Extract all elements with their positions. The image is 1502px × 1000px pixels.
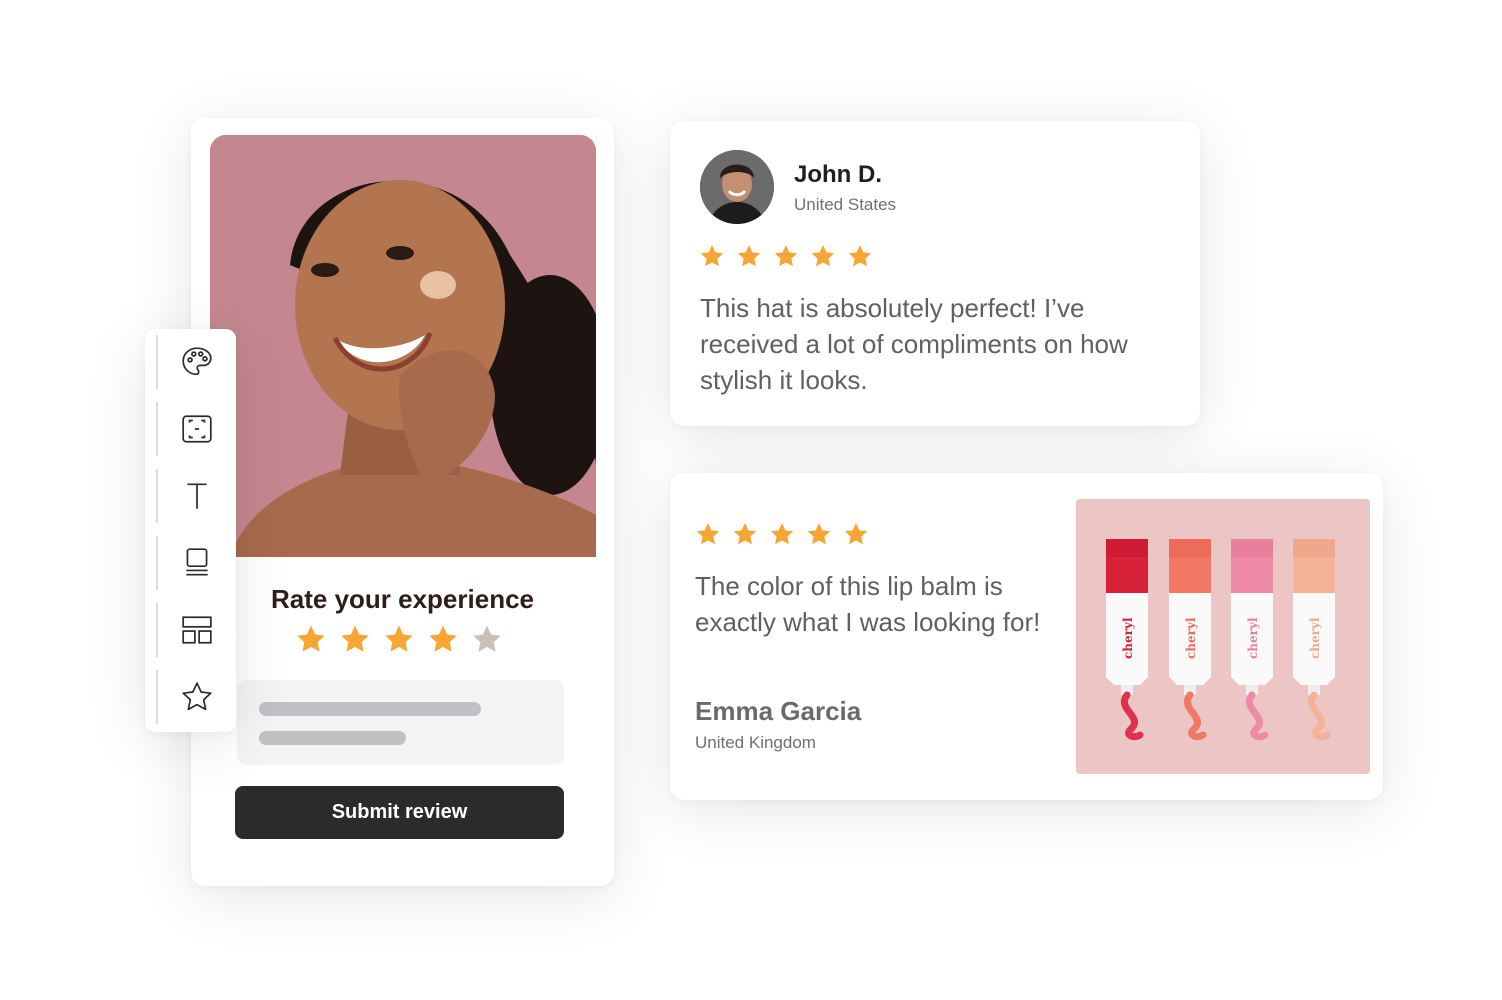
star-icon <box>770 523 794 545</box>
star-icon <box>807 523 831 545</box>
reviewer-name: Emma Garcia <box>695 696 862 726</box>
star-icon <box>811 245 835 267</box>
model-photo <box>210 135 596 557</box>
star-outline-icon <box>181 682 212 711</box>
star-icon <box>700 245 724 267</box>
submit-review-button[interactable]: Submit review <box>235 786 564 839</box>
brand-text: cheryl <box>1246 617 1260 659</box>
star-icon <box>848 245 872 267</box>
toolbar-divider <box>156 603 158 657</box>
review-comment-input[interactable] <box>237 680 564 765</box>
brand-text: cheryl <box>1308 617 1322 659</box>
text-icon <box>186 483 207 509</box>
review-card: John D. United States This hat is absolu… <box>670 121 1200 426</box>
review-text: This hat is absolutely perfect! I’ve rec… <box>700 293 1128 395</box>
placeholder-line <box>259 702 481 716</box>
toolbar-divider <box>156 670 158 724</box>
form-title: Rate your experience <box>270 584 534 614</box>
reviewer-country: United Kingdom <box>695 733 816 752</box>
toolbar-divider <box>156 335 158 389</box>
reviewer-name: John D. <box>794 161 882 188</box>
rating-input[interactable] <box>295 623 503 655</box>
review-text: The color of this lip balm is exactly wh… <box>695 571 1041 637</box>
brand-text: cheryl <box>1121 617 1135 659</box>
avatar <box>700 150 774 224</box>
card-layout-icon <box>185 548 208 576</box>
toolbar-item-text[interactable] <box>145 463 236 529</box>
toolbar-item-frame[interactable] <box>145 396 236 462</box>
toolbar-divider <box>156 469 158 523</box>
star-icon <box>844 523 868 545</box>
rating-star-5[interactable] <box>471 623 503 655</box>
star-icon <box>774 245 798 267</box>
placeholder-line <box>259 731 406 745</box>
toolbar-item-rating[interactable] <box>145 664 236 730</box>
review-rating <box>695 521 869 547</box>
rating-star-3[interactable] <box>383 623 415 655</box>
rating-star-4[interactable] <box>427 623 459 655</box>
reviewer-country: United States <box>794 195 897 214</box>
rating-star-1[interactable] <box>295 623 327 655</box>
palette-icon <box>181 347 212 376</box>
toolbar-item-card[interactable] <box>145 530 236 596</box>
star-icon <box>737 245 761 267</box>
rating-star-2[interactable] <box>339 623 371 655</box>
review-card: The color of this lip balm is exactly wh… <box>670 473 1383 800</box>
review-rating <box>699 243 873 269</box>
toolbar-item-layout[interactable] <box>145 597 236 663</box>
editor-toolbar <box>145 329 236 732</box>
toolbar-divider <box>156 536 158 590</box>
star-icon <box>733 523 757 545</box>
brand-text: cheryl <box>1184 617 1198 659</box>
toolbar-divider <box>156 402 158 456</box>
star-icon <box>696 523 720 545</box>
toolbar-item-theme[interactable] <box>145 329 236 395</box>
product-photo: cheryl cheryl cheryl cheryl <box>1076 499 1370 774</box>
grid-layout-icon <box>181 616 212 644</box>
frame-icon <box>181 415 212 443</box>
review-form-card: Rate your experience Submit review <box>191 118 614 886</box>
